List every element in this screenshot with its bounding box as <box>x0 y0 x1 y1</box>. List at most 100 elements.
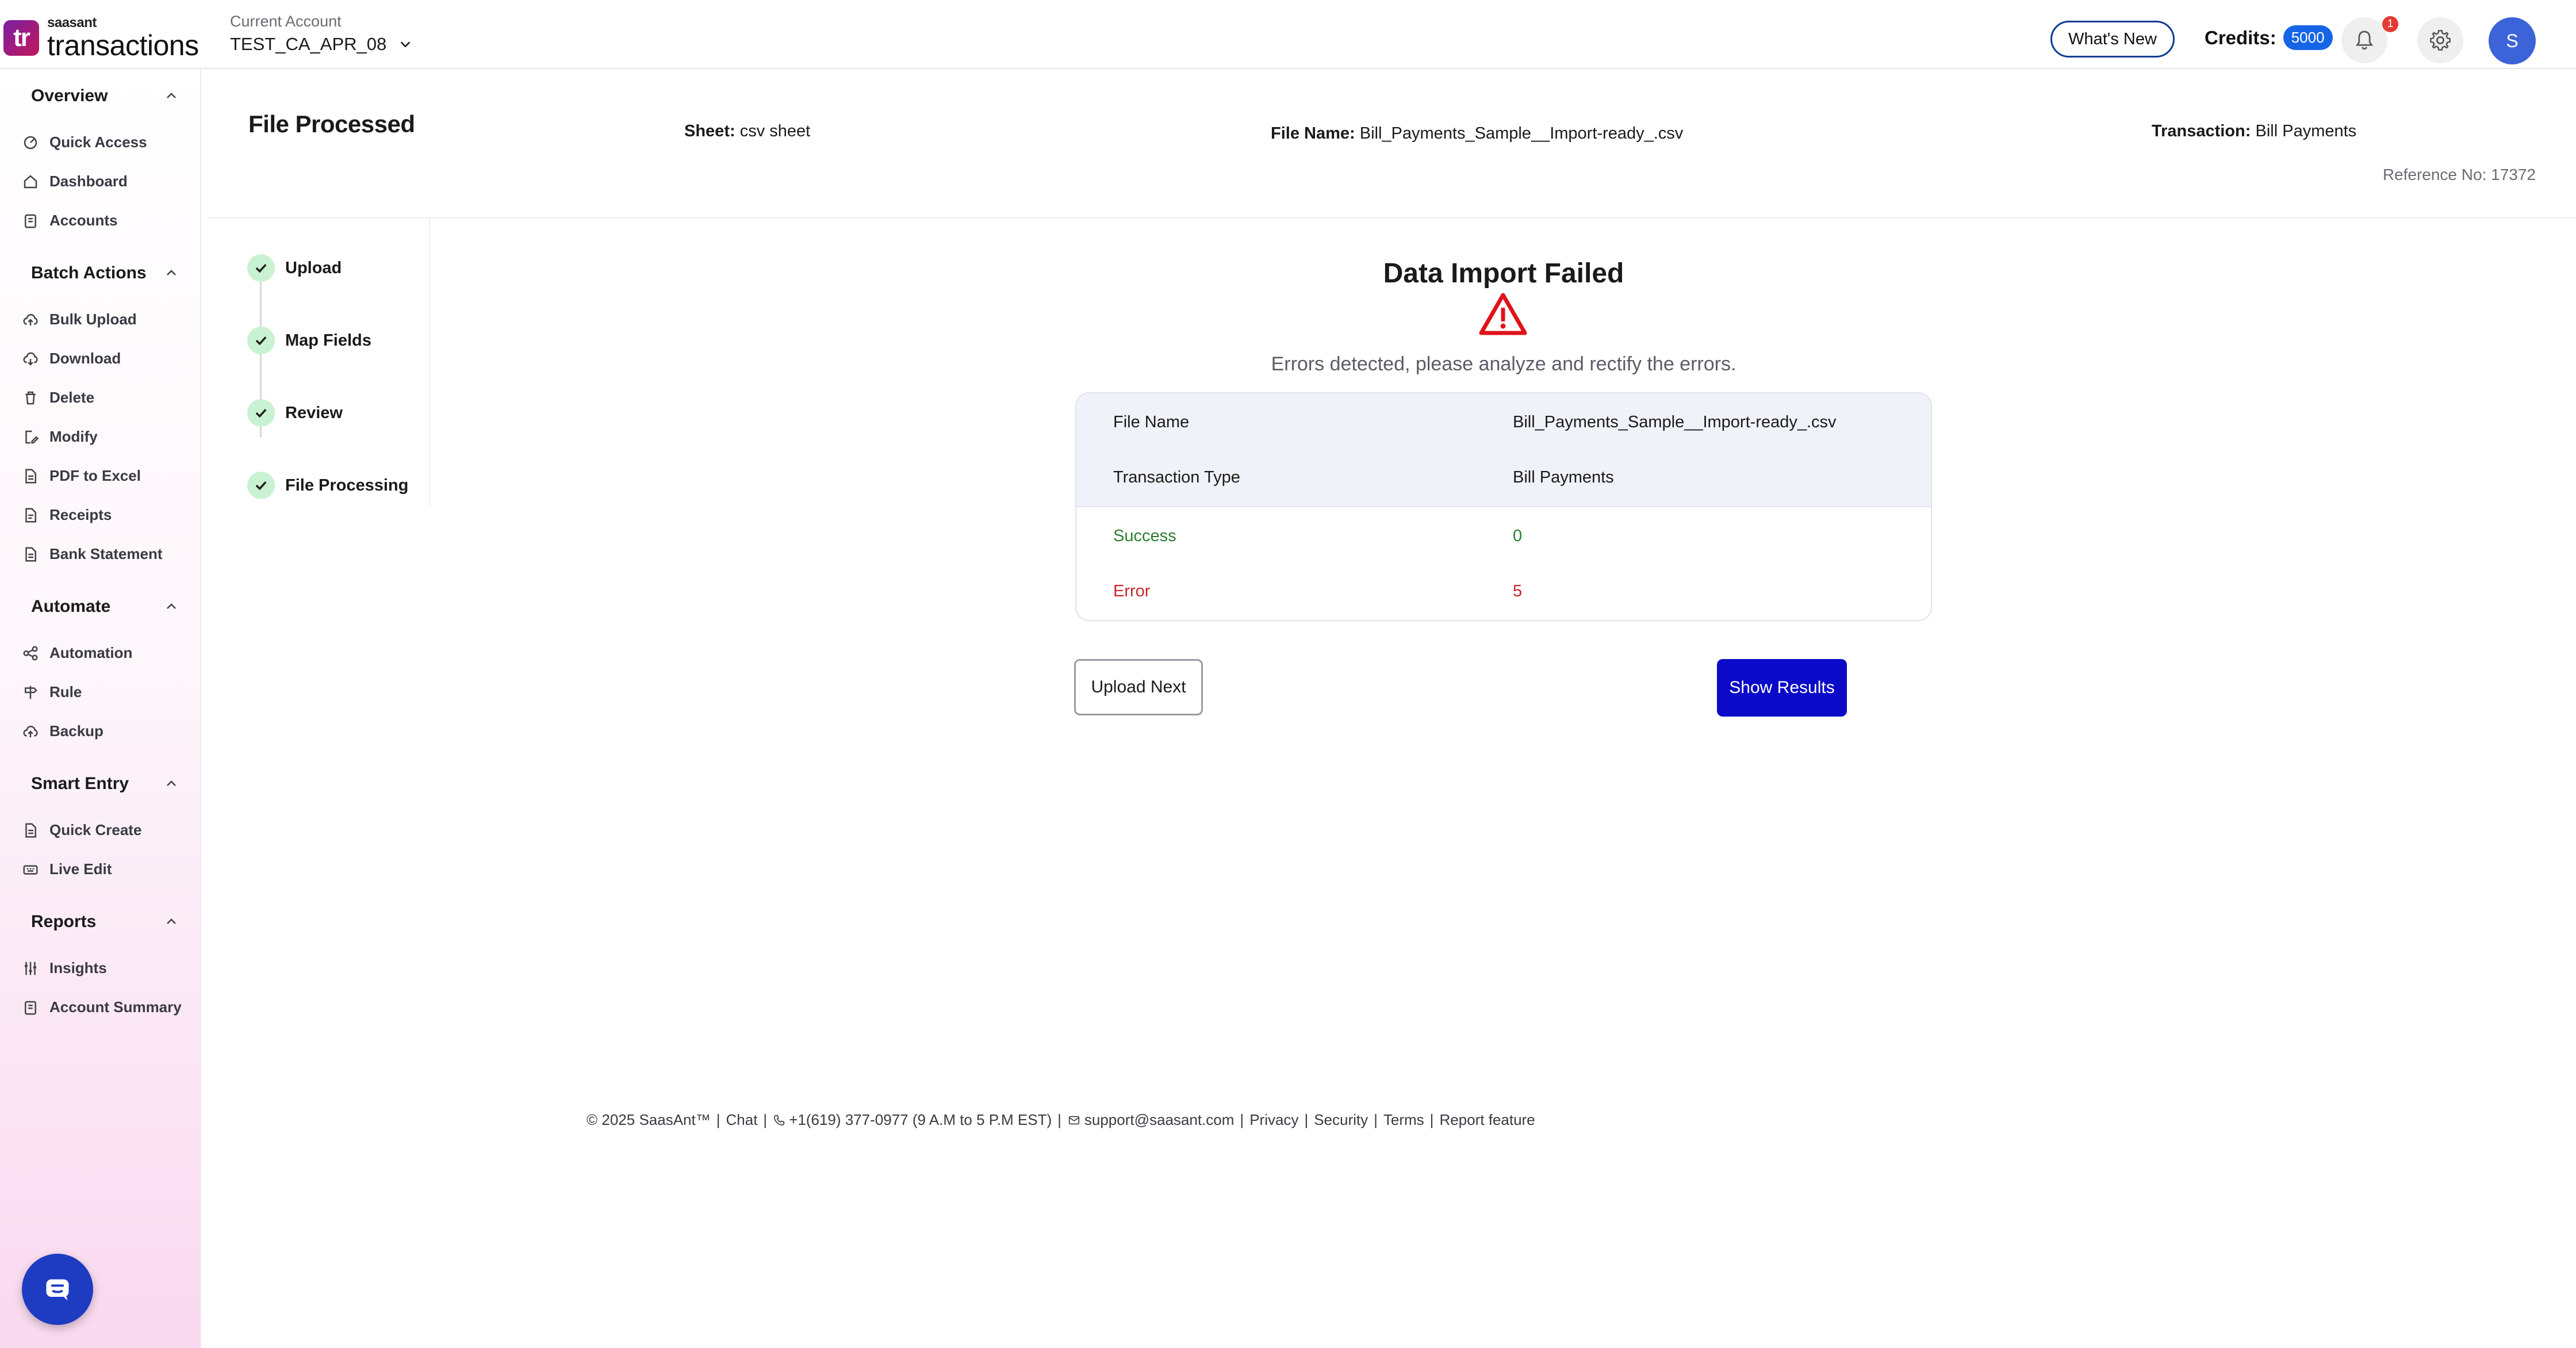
summary-row-file-name: File Name Bill_Payments_Sample__Import-r… <box>1113 413 1837 431</box>
footer-copyright: © 2025 SaasAnt™ <box>586 1111 711 1128</box>
edit-file-icon <box>25 430 39 443</box>
sidebar-item-delete[interactable]: Delete <box>22 389 94 407</box>
receipt-icon <box>25 508 36 522</box>
footer-chat-link[interactable]: Chat <box>726 1111 758 1129</box>
chat-support-button[interactable] <box>22 1254 93 1325</box>
show-results-button[interactable]: Show Results <box>1717 659 1847 717</box>
section-reports[interactable]: Reports <box>31 912 178 932</box>
signpost-icon <box>25 686 37 699</box>
sidebar-item-live-edit[interactable]: Live Edit <box>22 860 112 878</box>
footer-terms-link[interactable]: Terms <box>1383 1111 1424 1129</box>
sidebar-item-quick-access[interactable]: Quick Access <box>22 133 147 151</box>
page-header: File Processed Sheet: csv sheet File Nam… <box>207 70 2576 219</box>
sidebar-item-dashboard[interactable]: Dashboard <box>22 173 128 190</box>
result-title: Data Import Failed <box>1383 258 1624 289</box>
notifications-button[interactable] <box>2341 17 2387 63</box>
sidebar-item-insights[interactable]: Insights <box>22 959 107 977</box>
footer-privacy-link[interactable]: Privacy <box>1249 1111 1298 1129</box>
step-review: Review <box>247 399 343 427</box>
share-nodes-icon <box>23 646 38 660</box>
sidebar-item-automation[interactable]: Automation <box>22 644 132 662</box>
sidebar-item-backup[interactable]: Backup <box>22 722 103 740</box>
sidebar-item-quick-create[interactable]: Quick Create <box>22 821 141 839</box>
gear-icon <box>2430 30 2451 51</box>
chevron-up-icon <box>167 270 176 275</box>
bell-icon <box>2356 30 2373 50</box>
keyboard-icon <box>23 865 38 875</box>
reference-number: Reference No: 17372 <box>2382 166 2536 183</box>
footer-security-link[interactable]: Security <box>1314 1111 1368 1129</box>
top-header: tr saasant transactions Current Account … <box>0 0 2576 69</box>
logo-mark: tr <box>3 20 39 56</box>
sidebar-item-download[interactable]: Download <box>22 350 121 367</box>
trash-icon <box>25 391 36 404</box>
logo-product: transactions <box>47 29 199 62</box>
user-avatar[interactable]: S <box>2489 17 2536 64</box>
file-name-info: File Name: Bill_Payments_Sample__Import-… <box>1271 124 1684 143</box>
sidebar-item-modify[interactable]: Modify <box>22 428 98 446</box>
app-logo[interactable]: tr saasant transactions <box>3 16 199 60</box>
import-summary-card: File Name Bill_Payments_Sample__Import-r… <box>1075 392 1932 621</box>
account-selector[interactable]: Current Account TEST_CA_APR_08 <box>230 13 412 55</box>
mail-icon <box>1068 1116 1079 1124</box>
step-upload: Upload <box>247 254 342 282</box>
notification-badge: 1 <box>2382 16 2398 32</box>
warning-icon <box>1479 293 1527 335</box>
result-subtitle: Errors detected, please analyze and rect… <box>1271 353 1736 375</box>
progress-stepper: Upload Map Fields Review File Processing <box>207 219 430 506</box>
logo-brand: saasant <box>47 15 97 30</box>
section-automate[interactable]: Automate <box>31 597 178 616</box>
footer-report-link[interactable]: Report feature <box>1439 1111 1535 1129</box>
summary-row-error: Error 5 <box>1113 582 1523 600</box>
sidebar-item-pdf-to-excel[interactable]: PDF to Excel <box>22 467 141 485</box>
footer: © 2025 SaasAnt™ | Chat | +1(619) 377-097… <box>586 1111 1535 1129</box>
page-title: File Processed <box>248 110 415 137</box>
home-icon <box>24 174 37 188</box>
sidebar-item-bulk-upload[interactable]: Bulk Upload <box>22 311 137 328</box>
transaction-info: Transaction: Bill Payments <box>2152 122 2357 140</box>
chevron-up-icon <box>167 780 176 786</box>
chevron-down-icon[interactable] <box>399 38 412 51</box>
chevron-up-icon <box>167 93 176 98</box>
step-file-processing: File Processing <box>247 472 408 499</box>
document-icon <box>25 469 36 483</box>
sidebar-item-account-summary[interactable]: Account Summary <box>22 998 182 1016</box>
sidebar-item-bank-statement[interactable]: Bank Statement <box>22 545 163 563</box>
chevron-up-icon <box>167 918 176 924</box>
section-batch-actions[interactable]: Batch Actions <box>31 263 178 283</box>
account-value: TEST_CA_APR_08 <box>230 34 387 54</box>
upload-next-button[interactable]: Upload Next <box>1074 659 1203 715</box>
summary-row-transaction-type: Transaction Type Bill Payments <box>1113 468 1614 487</box>
document-icon <box>25 823 36 837</box>
clipboard-icon <box>25 1001 36 1014</box>
step-map-fields: Map Fields <box>247 327 371 354</box>
credits-badge: 5000 <box>2283 25 2333 50</box>
sidebar-item-accounts[interactable]: Accounts <box>22 212 117 229</box>
credits-label: Credits: <box>2205 26 2276 48</box>
cloud-download-icon <box>23 352 38 366</box>
account-label: Current Account <box>230 13 342 30</box>
check-icon <box>255 263 267 273</box>
footer-email[interactable]: support@saasant.com <box>1084 1111 1235 1129</box>
chat-icon <box>46 1279 69 1301</box>
cloud-upload-icon <box>23 313 38 325</box>
chevron-up-icon <box>167 603 176 609</box>
check-icon <box>255 336 267 346</box>
sidebar-item-rule[interactable]: Rule <box>22 683 82 701</box>
clipboard-icon <box>25 214 36 228</box>
cloud-upload-icon <box>23 725 38 737</box>
sidebar-item-receipts[interactable]: Receipts <box>22 506 112 524</box>
sheet-info: Sheet: csv sheet <box>684 122 811 140</box>
section-smart-entry[interactable]: Smart Entry <box>31 774 178 794</box>
section-overview[interactable]: Overview <box>31 86 178 106</box>
footer-phone[interactable]: +1(619) 377-0977 (9 A.M to 5 P.M EST) <box>789 1111 1052 1129</box>
statement-icon <box>25 547 36 561</box>
check-icon <box>255 408 267 418</box>
whats-new-button[interactable]: What's New <box>2050 21 2175 58</box>
sidebar: Overview Quick Access Dashboard Accounts… <box>0 69 201 1348</box>
credits-display: Credits: 5000 <box>2205 25 2333 50</box>
summary-row-success: Success 0 <box>1113 527 1523 545</box>
settings-button[interactable] <box>2417 17 2463 63</box>
check-icon <box>255 481 267 491</box>
phone-icon <box>774 1115 785 1125</box>
